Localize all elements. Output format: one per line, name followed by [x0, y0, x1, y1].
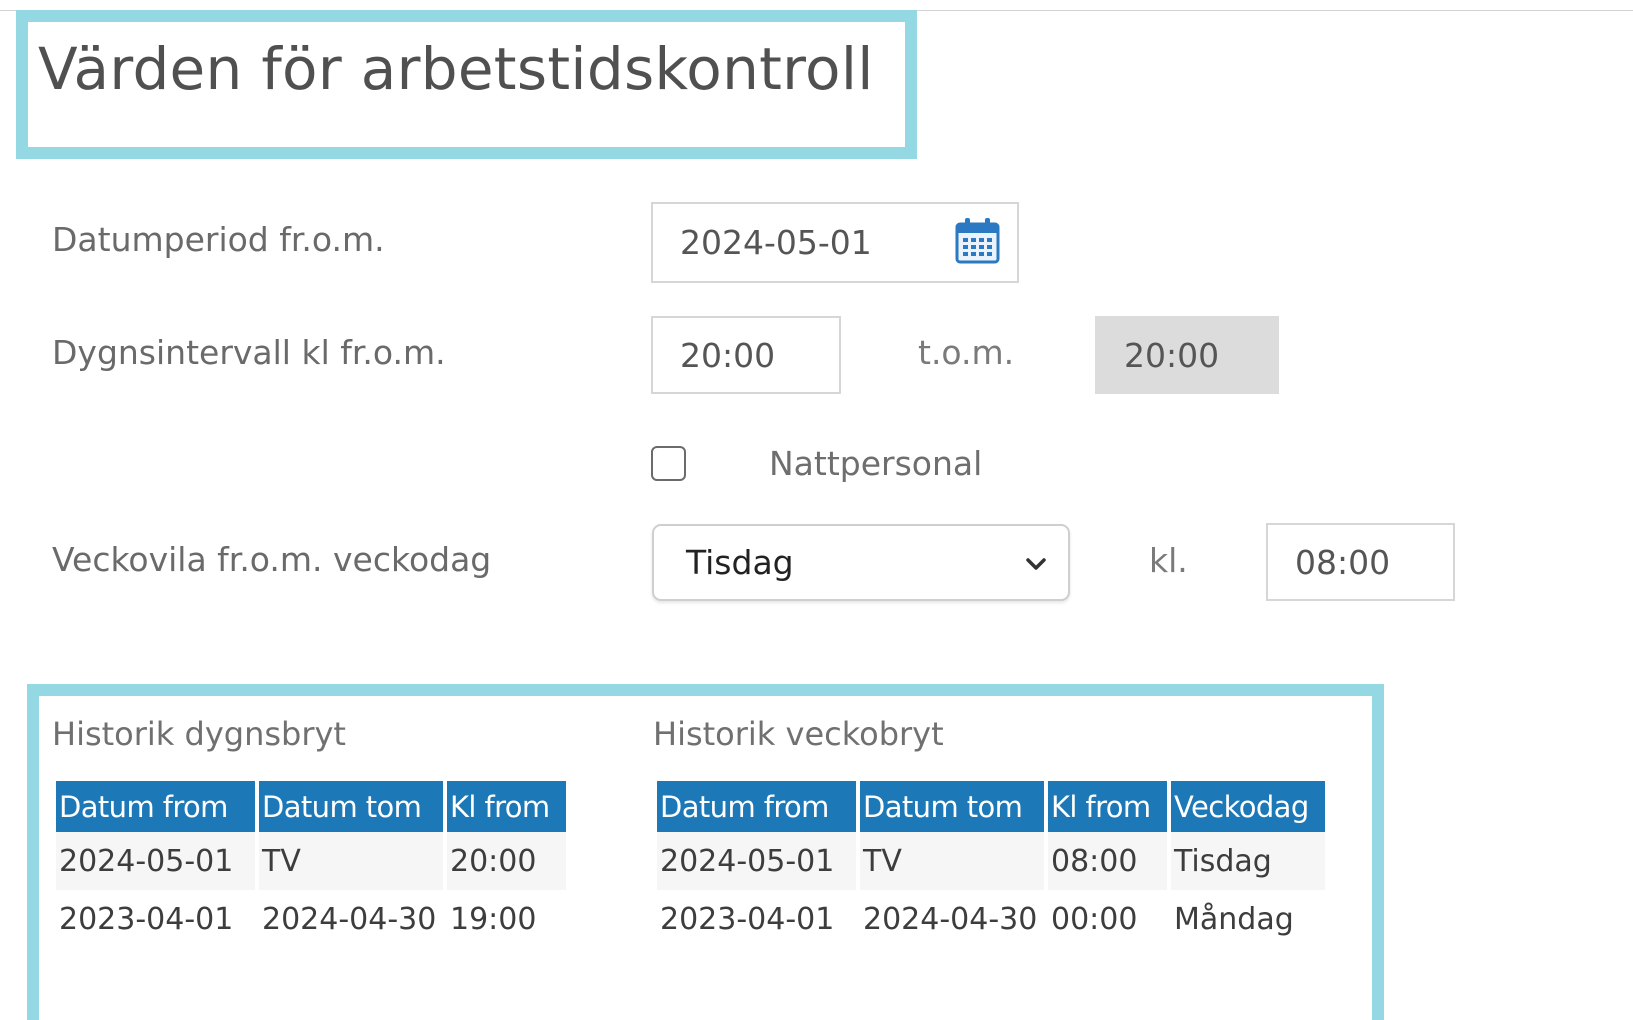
chevron-down-icon	[1023, 554, 1049, 574]
work-time-control-page: Värden för arbetstidskontroll Datumperio…	[0, 0, 1633, 1020]
daily-break-history-table: Datum from Datum tom Kl from 2024-05-01 …	[52, 781, 570, 948]
table-row[interactable]: 2024-05-01 TV 20:00	[56, 832, 566, 890]
weekday-select[interactable]: Tisdag	[652, 524, 1070, 601]
day-interval-from-input[interactable]	[651, 316, 841, 394]
table-cell: 00:00	[1051, 901, 1138, 937]
weekly-rest-time-input[interactable]	[1266, 523, 1455, 601]
column-header-time-from[interactable]: Kl from	[1048, 781, 1167, 832]
table-cell: 20:00	[447, 832, 566, 890]
column-header-date-to[interactable]: Datum tom	[259, 781, 443, 832]
column-header-weekday[interactable]: Veckodag	[1171, 781, 1325, 832]
table-row[interactable]: 2023-04-01 2024-04-30 00:00 Måndag	[657, 890, 1325, 948]
column-header-date-to[interactable]: Datum tom	[860, 781, 1044, 832]
page-title: Värden för arbetstidskontroll	[38, 35, 874, 103]
calendar-icon[interactable]	[954, 217, 1001, 265]
table-cell: Måndag	[1174, 901, 1294, 937]
column-header-time-from[interactable]: Kl from	[447, 781, 566, 832]
table-header-row: Datum from Datum tom Kl from Veckodag	[657, 781, 1325, 832]
night-staff-label: Nattpersonal	[769, 444, 983, 483]
day-interval-to-label: t.o.m.	[918, 333, 1015, 372]
table-cell: TV	[860, 832, 1044, 890]
weekly-rest-label: Veckovila fr.o.m. veckodag	[52, 540, 492, 579]
table-cell: TV	[259, 832, 443, 890]
day-interval-label: Dygnsintervall kl fr.o.m.	[52, 333, 446, 372]
table-cell: 2024-04-30	[262, 901, 437, 937]
daily-break-history-heading: Historik dygnsbryt	[52, 715, 346, 753]
table-row[interactable]: 2024-05-01 TV 08:00 Tisdag	[657, 832, 1325, 890]
night-staff-checkbox[interactable]	[651, 446, 686, 481]
weekly-break-history-heading: Historik veckobryt	[653, 715, 944, 753]
weekly-rest-time-label: kl.	[1149, 541, 1188, 580]
day-interval-to-field	[1095, 316, 1279, 394]
table-cell: 19:00	[450, 901, 537, 937]
table-cell: 2023-04-01	[660, 901, 835, 937]
column-header-date-from[interactable]: Datum from	[657, 781, 856, 832]
table-row[interactable]: 2023-04-01 2024-04-30 19:00	[56, 890, 566, 948]
date-period-label: Datumperiod fr.o.m.	[52, 220, 385, 259]
weekday-select-value: Tisdag	[686, 543, 794, 582]
table-cell: 2024-05-01	[657, 832, 856, 890]
weekly-break-history-table: Datum from Datum tom Kl from Veckodag 20…	[653, 781, 1329, 948]
table-cell: 2023-04-01	[59, 901, 234, 937]
table-cell: Tisdag	[1171, 832, 1325, 890]
table-cell: 2024-05-01	[56, 832, 255, 890]
table-header-row: Datum from Datum tom Kl from	[56, 781, 566, 832]
table-cell: 2024-04-30	[863, 901, 1038, 937]
column-header-date-from[interactable]: Datum from	[56, 781, 255, 832]
table-cell: 08:00	[1048, 832, 1167, 890]
